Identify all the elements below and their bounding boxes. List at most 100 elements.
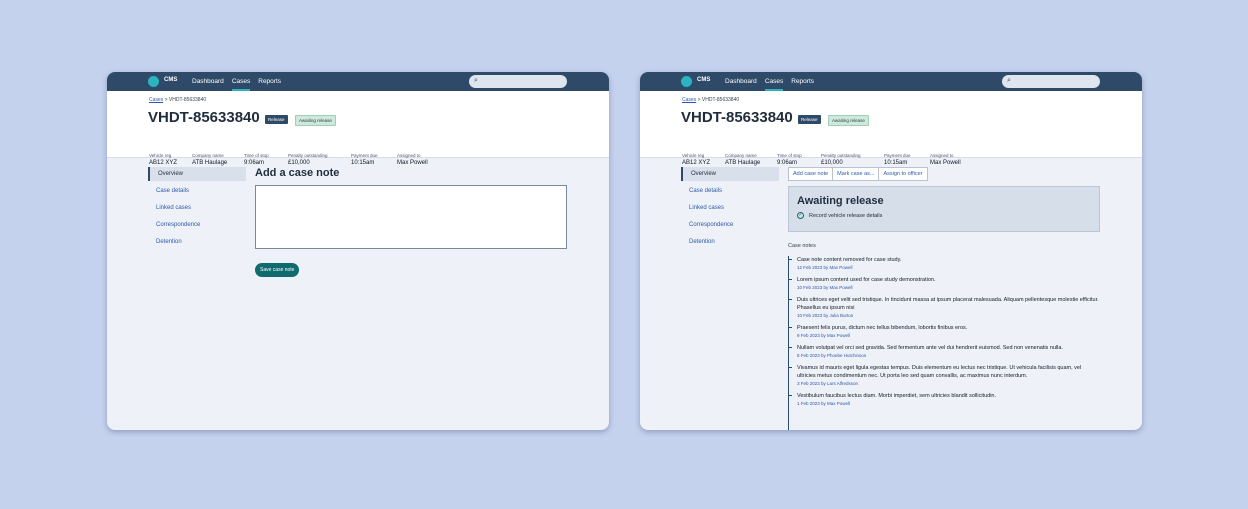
sidebar-item-linked-cases[interactable]: Linked cases <box>148 201 246 218</box>
main-nav: Dashboard Cases Reports <box>192 72 281 91</box>
case-note-textarea[interactable] <box>255 185 567 249</box>
note-text: Lorem ipsum content used for case study … <box>797 277 936 283</box>
meta-time-of-stop: Time of stop 9:06am <box>244 153 269 166</box>
form-heading: Add a case note <box>255 167 340 179</box>
logo-icon <box>681 76 692 87</box>
case-actions: Add case note Mark case as... Assign to … <box>788 167 1100 181</box>
list-item: Nullam volutpat vel orci sed gravida. Se… <box>788 344 1100 358</box>
list-item: Case note content removed for case study… <box>788 256 1100 270</box>
case-header: Cases > VHDT-85633840 VHDT-85633840 Rele… <box>640 91 1142 166</box>
meta-label: Penalty outstanding <box>821 153 861 158</box>
meta-label: Assigned to <box>930 153 954 158</box>
case-type-badge: Release <box>265 115 288 124</box>
note-meta[interactable]: 10 Feb 2023 by Max Powell <box>797 285 1100 290</box>
list-item: Duis ultrices eget velit sed tristique. … <box>788 296 1100 318</box>
meta-penalty-outstanding: Penalty outstanding £10,000 <box>821 153 861 166</box>
meta-label: Company name <box>192 153 224 158</box>
note-text: Vestibulum faucibus lectus diam. Morbi i… <box>797 393 997 399</box>
note-meta[interactable]: 9 Feb 2023 by Max Powell <box>797 333 1100 338</box>
overview-content: Add case note Mark case as... Assign to … <box>788 167 1100 430</box>
note-text: Case note content removed for case study… <box>797 257 902 263</box>
nav-dashboard[interactable]: Dashboard <box>725 72 757 91</box>
notes-heading: Case notes <box>788 243 816 249</box>
meta-value: 9:06am <box>244 160 265 166</box>
case-header: Cases > VHDT-85633840 VHDT-85633840 Rele… <box>107 91 609 166</box>
meta-value: 10:15am <box>351 160 375 166</box>
search-icon: ⌕ <box>474 77 478 84</box>
meta-label: Company name <box>725 153 757 158</box>
sidebar-item-detention[interactable]: Detention <box>148 235 246 252</box>
page-title: VHDT-85633840 <box>148 109 260 126</box>
meta-value: £10,000 <box>288 160 310 166</box>
logo-text: CMS <box>164 77 178 83</box>
sidebar-item-detention[interactable]: Detention <box>681 235 779 252</box>
meta-vehicle-reg: Vehicle reg AB12 XYZ <box>682 153 710 166</box>
meta-payment-due: Payment due 10:15am <box>884 153 911 166</box>
nav-cases[interactable]: Cases <box>231 72 251 91</box>
status-panel: Awaiting release ✓ Record vehicle releas… <box>788 186 1100 232</box>
note-meta[interactable]: 10 Feb 2023 by Julia Burton <box>797 313 1100 318</box>
sidebar-item-overview[interactable]: Overview <box>148 167 246 181</box>
list-item: Vivamus id mauris eget ligula egestas te… <box>788 364 1100 386</box>
breadcrumb: Cases > VHDT-85633840 <box>149 97 206 103</box>
note-text: Nullam volutpat vel orci sed gravida. Se… <box>797 345 1063 351</box>
meta-value: ATB Haulage <box>192 160 228 166</box>
breadcrumb-separator: > <box>697 97 701 103</box>
meta-value: 9:06am <box>777 160 798 166</box>
case-sidebar: Overview Case details Linked cases Corre… <box>148 167 246 252</box>
note-meta[interactable]: 12 Feb 2023 by Max Powell <box>797 265 1100 270</box>
breadcrumb-current: VHDT-85633840 <box>701 97 740 103</box>
note-meta[interactable]: 1 Feb 2023 by Max Powell <box>797 401 1100 406</box>
mark-case-as-button[interactable]: Mark case as... <box>832 167 880 181</box>
breadcrumb-cases-link[interactable]: Cases <box>149 97 163 103</box>
meta-assigned-to: Assigned to Max Powell <box>930 153 961 166</box>
meta-label: Time of stop <box>244 153 269 158</box>
nav-cases[interactable]: Cases <box>764 72 784 91</box>
status-badge: Awaiting release <box>828 115 869 126</box>
case-notes-timeline: Case note content removed for case study… <box>788 256 1100 430</box>
page-title: VHDT-85633840 <box>681 109 793 126</box>
meta-value: 10:15am <box>884 160 908 166</box>
meta-vehicle-reg: Vehicle reg AB12 XYZ <box>149 153 177 166</box>
meta-label: Payment due <box>884 153 911 158</box>
add-case-note-button[interactable]: Add case note <box>788 167 834 181</box>
note-meta[interactable]: 3 Feb 2023 by Lars Alfredsson <box>797 381 1100 386</box>
note-text: Praesent felis purus, dictum nec tellus … <box>797 325 968 331</box>
search-icon: ⌕ <box>1007 77 1011 84</box>
meta-value: £10,000 <box>821 160 843 166</box>
window-add-case-note: CMS Dashboard Cases Reports ⌕ Cases > VH… <box>107 72 609 430</box>
sidebar-item-correspondence[interactable]: Correspondence <box>681 218 779 235</box>
sidebar-item-overview[interactable]: Overview <box>681 167 779 181</box>
sidebar-item-case-details[interactable]: Case details <box>681 184 779 201</box>
meta-value: Max Powell <box>397 160 428 166</box>
status-badge: Awaiting release <box>295 115 336 126</box>
note-meta[interactable]: 8 Feb 2023 by Phoebe Hutchinson <box>797 353 1100 358</box>
search-input[interactable]: ⌕ <box>1002 75 1100 88</box>
logo-text: CMS <box>697 77 711 83</box>
nav-reports[interactable]: Reports <box>791 72 814 91</box>
main-nav: Dashboard Cases Reports <box>725 72 814 91</box>
list-item: Lorem ipsum content used for case study … <box>788 276 1100 290</box>
case-type-badge: Release <box>798 115 821 124</box>
breadcrumb: Cases > VHDT-85633840 <box>682 97 739 103</box>
assign-to-officer-button[interactable]: Assign to officer <box>878 167 928 181</box>
meta-assigned-to: Assigned to Max Powell <box>397 153 428 166</box>
sidebar-item-correspondence[interactable]: Correspondence <box>148 218 246 235</box>
meta-company-name: Company name ATB Haulage <box>725 153 760 166</box>
sidebar-item-linked-cases[interactable]: Linked cases <box>681 201 779 218</box>
meta-label: Assigned to <box>397 153 421 158</box>
breadcrumb-cases-link[interactable]: Cases <box>682 97 696 103</box>
breadcrumb-separator: > <box>164 97 168 103</box>
logo-icon <box>148 76 159 87</box>
nav-dashboard[interactable]: Dashboard <box>192 72 224 91</box>
sidebar-item-case-details[interactable]: Case details <box>148 184 246 201</box>
nav-reports[interactable]: Reports <box>258 72 281 91</box>
case-sidebar: Overview Case details Linked cases Corre… <box>681 167 779 252</box>
search-input[interactable]: ⌕ <box>469 75 567 88</box>
note-text: Duis ultrices eget velit sed tristique. … <box>797 297 1099 311</box>
meta-penalty-outstanding: Penalty outstanding £10,000 <box>288 153 328 166</box>
save-case-note-button[interactable]: Save case note <box>255 263 300 277</box>
list-item: Vestibulum faucibus lectus diam. Morbi i… <box>788 392 1100 406</box>
top-nav-bar: CMS Dashboard Cases Reports ⌕ <box>107 72 609 91</box>
list-item: Praesent felis purus, dictum nec tellus … <box>788 324 1100 338</box>
